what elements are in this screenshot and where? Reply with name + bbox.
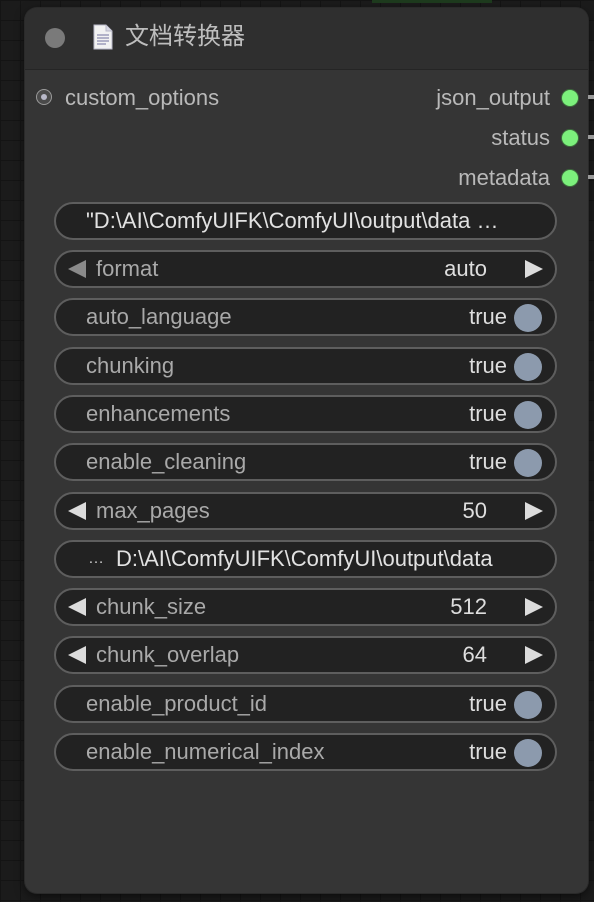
output-slot-label: metadata	[458, 165, 550, 190]
output-slot-json-output[interactable]: json_output	[288, 86, 588, 110]
output-slot-label: json_output	[436, 85, 550, 110]
widget-label: chunk_overlap	[96, 642, 240, 667]
decrement-arrow-icon[interactable]	[68, 260, 86, 278]
ellipsis-prefix: …	[88, 550, 104, 567]
output-wire-stub	[588, 95, 594, 99]
output-dir-value: D:\AI\ComfyUIFK\ComfyUI\output\data	[116, 546, 493, 571]
max-pages-stepper[interactable]: max_pages 50	[54, 492, 557, 530]
enable-numerical-index-toggle[interactable]: enable_numerical_index true	[54, 733, 557, 771]
widget-value: true	[469, 304, 507, 329]
document-converter-node[interactable]: 文档转换器 custom_options json_output status …	[25, 8, 588, 893]
widget-value: true	[469, 739, 507, 764]
toggle-knob-icon[interactable]	[514, 739, 542, 767]
chunk-overlap-stepper[interactable]: chunk_overlap 64	[54, 636, 557, 674]
input-slot-dot-icon[interactable]	[36, 89, 52, 105]
enable-product-id-toggle[interactable]: enable_product_id true	[54, 685, 557, 723]
document-icon	[93, 24, 113, 50]
widget-label: auto_language	[86, 304, 232, 329]
input-slot-label: custom_options	[65, 85, 220, 110]
widget-value: auto	[444, 256, 487, 281]
output-slot-dot-icon[interactable]	[562, 170, 578, 186]
increment-arrow-icon[interactable]	[525, 646, 543, 664]
increment-arrow-icon[interactable]	[525, 260, 543, 278]
toggle-knob-icon[interactable]	[514, 449, 542, 477]
widget-value: 64	[462, 642, 487, 667]
widget-value: 50	[462, 498, 487, 523]
toggle-knob-icon[interactable]	[514, 691, 542, 719]
output-slot-status[interactable]: status	[288, 126, 588, 150]
output-slot-metadata[interactable]: metadata	[288, 166, 588, 190]
decrement-arrow-icon[interactable]	[68, 502, 86, 520]
widget-value: true	[469, 353, 507, 378]
connection-wire-top	[372, 0, 492, 3]
decrement-arrow-icon[interactable]	[68, 646, 86, 664]
chunk-size-stepper[interactable]: chunk_size 512	[54, 588, 557, 626]
toggle-knob-icon[interactable]	[514, 353, 542, 381]
output-slot-dot-icon[interactable]	[562, 130, 578, 146]
widget-value: 512	[450, 594, 487, 619]
widget-label: max_pages	[96, 498, 210, 523]
widget-label: enable_product_id	[86, 691, 268, 716]
widget-label: format	[96, 256, 159, 281]
increment-arrow-icon[interactable]	[525, 598, 543, 616]
output-wire-stub	[588, 175, 594, 179]
enhancements-toggle[interactable]: enhancements true	[54, 395, 557, 433]
widget-value: true	[469, 401, 507, 426]
output-slot-dot-icon[interactable]	[562, 90, 578, 106]
chunking-toggle[interactable]: chunking true	[54, 347, 557, 385]
widget-label: enhancements	[86, 401, 231, 426]
toggle-knob-icon[interactable]	[514, 304, 542, 332]
decrement-arrow-icon[interactable]	[68, 598, 86, 616]
node-title: 文档转换器	[125, 23, 245, 50]
widget-label: enable_numerical_index	[86, 739, 325, 764]
toggle-knob-icon[interactable]	[514, 401, 542, 429]
enable-cleaning-toggle[interactable]: enable_cleaning true	[54, 443, 557, 481]
input-path-value: "D:\AI\ComfyUIFK\ComfyUI\output\data …	[86, 208, 499, 233]
node-header[interactable]: 文档转换器	[25, 8, 588, 70]
input-path-field[interactable]: "D:\AI\ComfyUIFK\ComfyUI\output\data …	[54, 202, 557, 240]
output-dir-field[interactable]: … D:\AI\ComfyUIFK\ComfyUI\output\data	[54, 540, 557, 578]
auto-language-toggle[interactable]: auto_language true	[54, 298, 557, 336]
widget-label: chunk_size	[96, 594, 207, 619]
widget-value: true	[469, 449, 507, 474]
increment-arrow-icon[interactable]	[525, 502, 543, 520]
output-wire-stub	[588, 135, 594, 139]
collapse-dot-icon[interactable]	[45, 28, 65, 48]
widget-value: true	[469, 691, 507, 716]
widget-label: chunking	[86, 353, 175, 378]
output-slot-label: status	[491, 125, 550, 150]
format-combo[interactable]: format auto	[54, 250, 557, 288]
widget-label: enable_cleaning	[86, 449, 247, 474]
